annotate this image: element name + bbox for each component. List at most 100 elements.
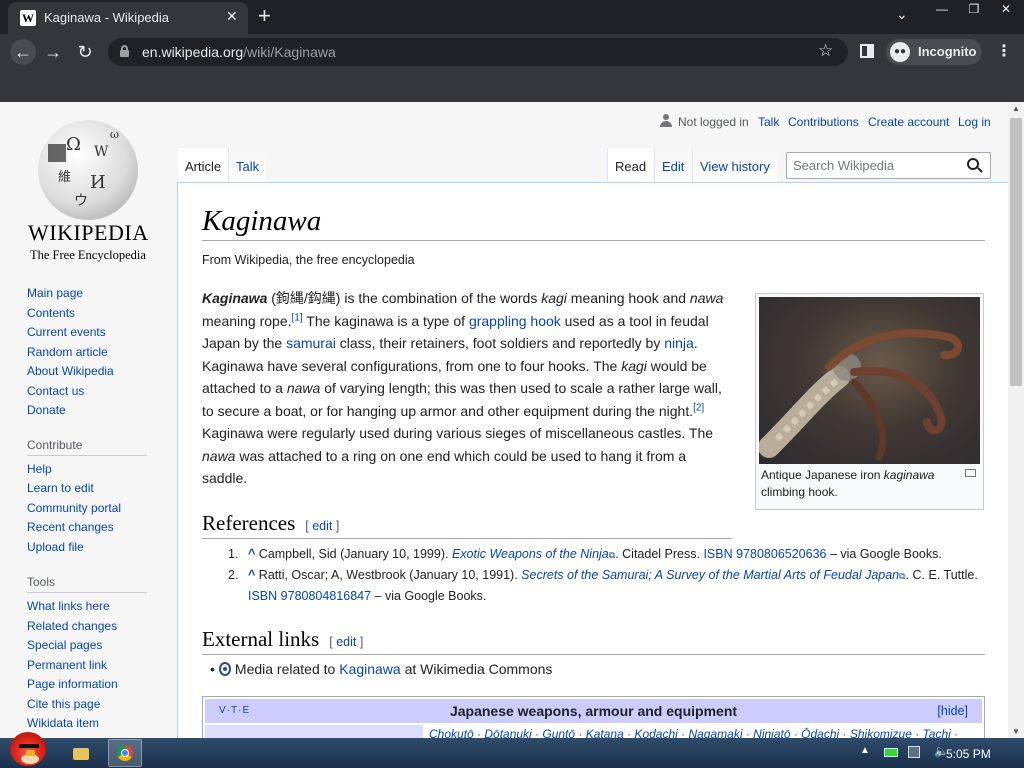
kaginawa-photo[interactable] (759, 297, 980, 464)
tab-title: Kaginawa - Wikipedia (44, 10, 170, 25)
browser-menu-icon[interactable]: ⋮ (996, 41, 1012, 61)
edit-external-links-link[interactable]: edit (336, 635, 356, 649)
log-in-link[interactable]: Log in (958, 115, 991, 129)
reference-title-link[interactable]: Exotic Weapons of the Ninja (452, 547, 609, 561)
back-button[interactable]: ← (10, 39, 36, 65)
tab-article[interactable]: Article (178, 148, 229, 183)
personal-contributions-link[interactable]: Contributions (788, 115, 859, 129)
clock[interactable]: 5:05 PM (946, 747, 991, 761)
sidebar: Main page Contents Current events Random… (27, 286, 157, 736)
navbox-weapons-list[interactable]: Chokutō · Dōtanuki · Guntō · Katana · Ko… (429, 727, 958, 738)
scroll-up-arrow-icon[interactable]: ▲ (1012, 104, 1020, 113)
tab-view-history[interactable]: View history (692, 148, 777, 183)
navbox-hide-toggle[interactable]: [hide] (937, 704, 968, 718)
window-close-button[interactable]: ✕ (990, 0, 1022, 20)
reference-text: Ratti, Oscar; A, Westbrook (January 10, … (255, 568, 522, 582)
wikipedia-favicon-icon: W (20, 10, 36, 26)
sidebar-item-what-links-here[interactable]: What links here (27, 599, 157, 619)
network-icon[interactable] (908, 746, 920, 758)
navbox-header: V·T·E Japanese weapons, armour and equip… (205, 699, 982, 723)
sidebar-item-help[interactable]: Help (27, 462, 157, 482)
site-subtitle: From Wikipedia, the free encyclopedia (202, 253, 415, 267)
close-tab-icon[interactable]: ✕ (226, 8, 238, 25)
side-panel-icon[interactable] (860, 44, 874, 58)
lead-text: meaning hook and (566, 290, 690, 306)
edit-bracket: ] (332, 519, 340, 533)
sidebar-item-recent-changes[interactable]: Recent changes (27, 520, 157, 540)
isbn-label-link[interactable]: ISBN (703, 547, 732, 561)
isbn-label-link[interactable]: ISBN (248, 589, 277, 603)
citation-1[interactable]: [1] (292, 312, 303, 323)
term-nawa: nawa (689, 290, 724, 306)
enlarge-icon[interactable] (965, 469, 976, 477)
wikimedia-commons-icon (218, 662, 231, 676)
sidebar-heading-tools: Tools (27, 575, 147, 593)
reference-text: – via Google Books. (826, 547, 942, 561)
lead-text: class, their retainers, foot soldiers an… (335, 335, 665, 351)
isbn-link[interactable]: 9780806520636 (736, 547, 826, 561)
file-explorer-taskbar-icon[interactable] (66, 740, 96, 766)
personal-talk-link[interactable]: Talk (758, 115, 779, 129)
samurai-link[interactable]: samurai (286, 335, 336, 351)
sidebar-item-related-changes[interactable]: Related changes (27, 619, 157, 639)
sidebar-item-upload-file[interactable]: Upload file (27, 540, 157, 560)
scrollbar-thumb[interactable] (1010, 118, 1022, 386)
sidebar-contribute: Contribute Help Learn to edit Community … (27, 438, 157, 560)
thumbnail-caption: Antique Japanese iron kaginawa climbing … (761, 467, 961, 501)
show-hidden-icons-icon[interactable]: ▲ (860, 745, 870, 756)
wikipedia-logo[interactable]: Ω W 維 И ω ウ WIKIPEDIA The Free Encyclope… (24, 116, 154, 266)
battery-icon[interactable] (884, 748, 898, 757)
sidebar-item-main-page[interactable]: Main page (27, 286, 157, 306)
sidebar-item-page-information[interactable]: Page information (27, 677, 157, 697)
start-button[interactable] (6, 730, 50, 768)
window-maximize-button[interactable]: ❐ (958, 0, 990, 20)
sidebar-item-learn-to-edit[interactable]: Learn to edit (27, 481, 157, 501)
window-minimize-button[interactable]: — (926, 0, 958, 20)
incognito-badge[interactable]: ●● Incognito (886, 39, 982, 65)
sidebar-item-cite-this-page[interactable]: Cite this page (27, 697, 157, 717)
address-bar[interactable]: en.wikipedia.org/wiki/Kaginawa ☆ (108, 38, 848, 66)
term-kagi: kagi (621, 357, 647, 374)
sidebar-item-donate[interactable]: Donate (27, 403, 157, 423)
sidebar-item-contents[interactable]: Contents (27, 306, 157, 326)
reload-button[interactable]: ↻ (72, 39, 98, 65)
forward-button[interactable]: → (40, 39, 66, 65)
citation-2[interactable]: [2] (693, 402, 704, 413)
bookmark-star-icon[interactable]: ☆ (818, 41, 833, 61)
create-account-link[interactable]: Create account (868, 115, 949, 129)
vertical-scrollbar[interactable]: ▲ ▼ (1008, 102, 1024, 738)
scroll-down-arrow-icon[interactable]: ▼ (1012, 727, 1020, 736)
chrome-taskbar-icon[interactable] (108, 739, 142, 767)
term-nawa: nawa (286, 380, 321, 396)
url-text[interactable]: en.wikipedia.org/wiki/Kaginawa (142, 44, 336, 60)
sidebar-item-random-article[interactable]: Random article (27, 345, 157, 365)
reference-text: . C. E. Tuttle. (905, 568, 978, 582)
tab-read[interactable]: Read (607, 148, 654, 183)
edit-section: [ edit ] (305, 519, 339, 533)
sidebar-item-contact[interactable]: Contact us (27, 384, 157, 404)
sidebar-navigation: Main page Contents Current events Random… (27, 286, 157, 423)
sidebar-item-community-portal[interactable]: Community portal (27, 501, 157, 521)
tab-edit[interactable]: Edit (654, 148, 692, 183)
references-heading-text: References (202, 511, 296, 535)
edit-references-link[interactable]: edit (312, 519, 332, 533)
new-tab-button[interactable]: + (258, 3, 271, 29)
sidebar-item-about[interactable]: About Wikipedia (27, 364, 157, 384)
search-icon[interactable] (967, 158, 983, 174)
commons-kaginawa-link[interactable]: Kaginawa (339, 661, 401, 677)
reference-title-link[interactable]: Secrets of the Samurai; A Survey of the … (521, 568, 899, 582)
grappling-hook-link[interactable]: grappling hook (469, 313, 561, 329)
sidebar-item-permanent-link[interactable]: Permanent link (27, 658, 157, 678)
url-path: /wiki/Kaginawa (243, 44, 336, 60)
browser-tab[interactable]: W Kaginawa - Wikipedia ✕ (8, 2, 248, 34)
search-input[interactable]: Search Wikipedia (786, 152, 991, 179)
sidebar-item-special-pages[interactable]: Special pages (27, 638, 157, 658)
ninja-link[interactable]: ninja (664, 335, 694, 351)
tab-talk[interactable]: Talk (228, 148, 267, 183)
sidebar-item-current-events[interactable]: Current events (27, 325, 157, 345)
isbn-link[interactable]: 9780804816847 (281, 589, 371, 603)
lock-icon[interactable] (120, 45, 129, 58)
browser-toolbar: ← → ↻ en.wikipedia.org/wiki/Kaginawa ☆ ●… (0, 34, 1024, 70)
tab-search-chevron-icon[interactable]: ⌄ (896, 6, 908, 23)
article-content: Kaginawa From Wikipedia, the free encycl… (177, 182, 1008, 738)
